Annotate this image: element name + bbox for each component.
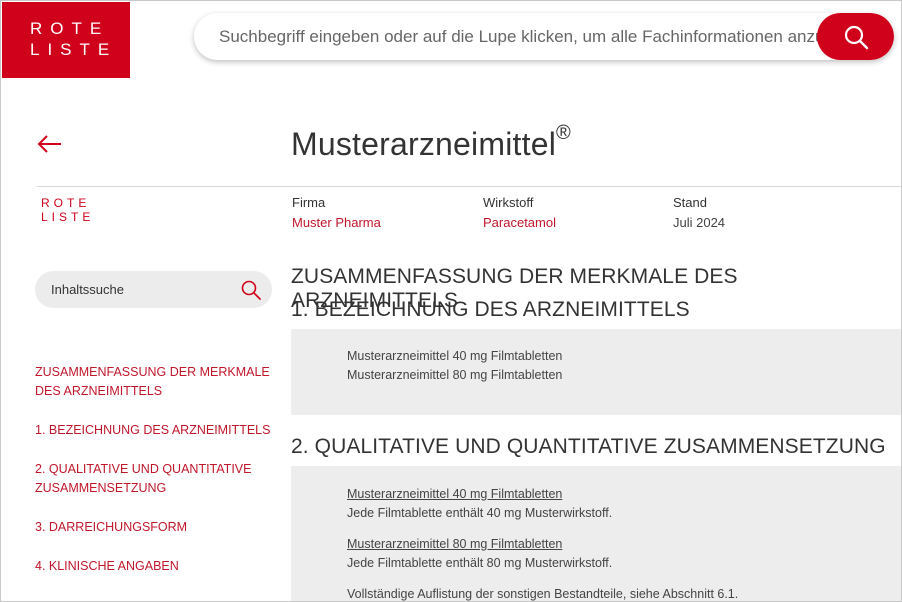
section-2-item-1-title: Musterarzneimittel 40 mg Filmtabletten [347,487,563,501]
rote-liste-logo[interactable]: ROTE LISTE [2,2,130,78]
table-of-contents: ZUSAMMENFASSUNG DER MERKMALE DES ARZNEIM… [35,363,275,576]
content-search-input[interactable] [35,271,235,308]
small-logo-line-1: ROTE [41,196,91,210]
global-search-bar [194,13,894,60]
page-frame: ROTE LISTE Musterarzneimittel® ROTE LIST… [0,0,902,602]
toc-item-bezeichnung[interactable]: 1. BEZEICHNUNG DES ARZNEIMITTELS [35,421,275,440]
global-search-input[interactable] [194,13,834,60]
toc-item-darreichungsform[interactable]: 3. DARREICHUNGSFORM [35,518,275,537]
section-1-heading: 1. BEZEICHNUNG DES ARZNEIMITTELS [291,298,690,321]
section-2-note: Vollständige Auflistung der sonstigen Be… [347,587,739,601]
meta-firma: Firma Muster Pharma [292,195,381,230]
stand-label: Stand [673,195,707,210]
toc-item-summary[interactable]: ZUSAMMENFASSUNG DER MERKMALE DES ARZNEIM… [35,363,275,401]
registered-mark: ® [556,122,571,145]
logo-line-1: ROTE [30,19,110,38]
section-1-line: Musterarzneimittel 40 mg Filmtabletten [347,349,563,363]
section-1-box: Musterarzneimittel 40 mg Filmtabletten M… [291,329,901,415]
section-2-heading: 2. QUALITATIVE UND QUANTITATIVE ZUSAMMEN… [291,435,886,458]
section-2-item-1-text: Jede Filmtablette enthält 40 mg Musterwi… [347,506,613,520]
page-title: Musterarzneimittel® [291,122,571,163]
wirkstoff-link[interactable]: Paracetamol [483,215,556,230]
search-icon [844,25,868,49]
section-1-line: Musterarzneimittel 80 mg Filmtabletten [347,368,563,382]
toc-item-zusammensetzung[interactable]: 2. QUALITATIVE UND QUANTITATIVE ZUSAMMEN… [35,460,275,498]
toc-item-klinische-angaben[interactable]: 4. KLINISCHE ANGABEN [35,557,275,576]
rote-liste-small-logo: ROTE LISTE [41,197,101,231]
wirkstoff-label: Wirkstoff [483,195,534,210]
meta-wirkstoff: Wirkstoff Paracetamol [483,195,556,230]
firma-link[interactable]: Muster Pharma [292,215,381,230]
section-2-box: Musterarzneimittel 40 mg Filmtabletten J… [291,466,901,601]
section-2-item-2-title: Musterarzneimittel 80 mg Filmtabletten [347,537,563,551]
firma-label: Firma [292,195,326,210]
logo-line-2: LISTE [30,40,118,59]
meta-stand: Stand Juli 2024 [673,195,725,230]
global-search-button[interactable] [817,13,894,60]
page-title-text: Musterarzneimittel [291,126,557,162]
arrow-left-icon[interactable] [37,133,63,155]
header-divider [37,186,901,187]
stand-value: Juli 2024 [673,215,726,230]
section-2-item-2-text: Jede Filmtablette enthält 80 mg Musterwi… [347,556,613,570]
search-icon[interactable] [240,279,262,301]
content-search-bar [35,271,272,308]
small-logo-line-2: LISTE [41,210,95,224]
